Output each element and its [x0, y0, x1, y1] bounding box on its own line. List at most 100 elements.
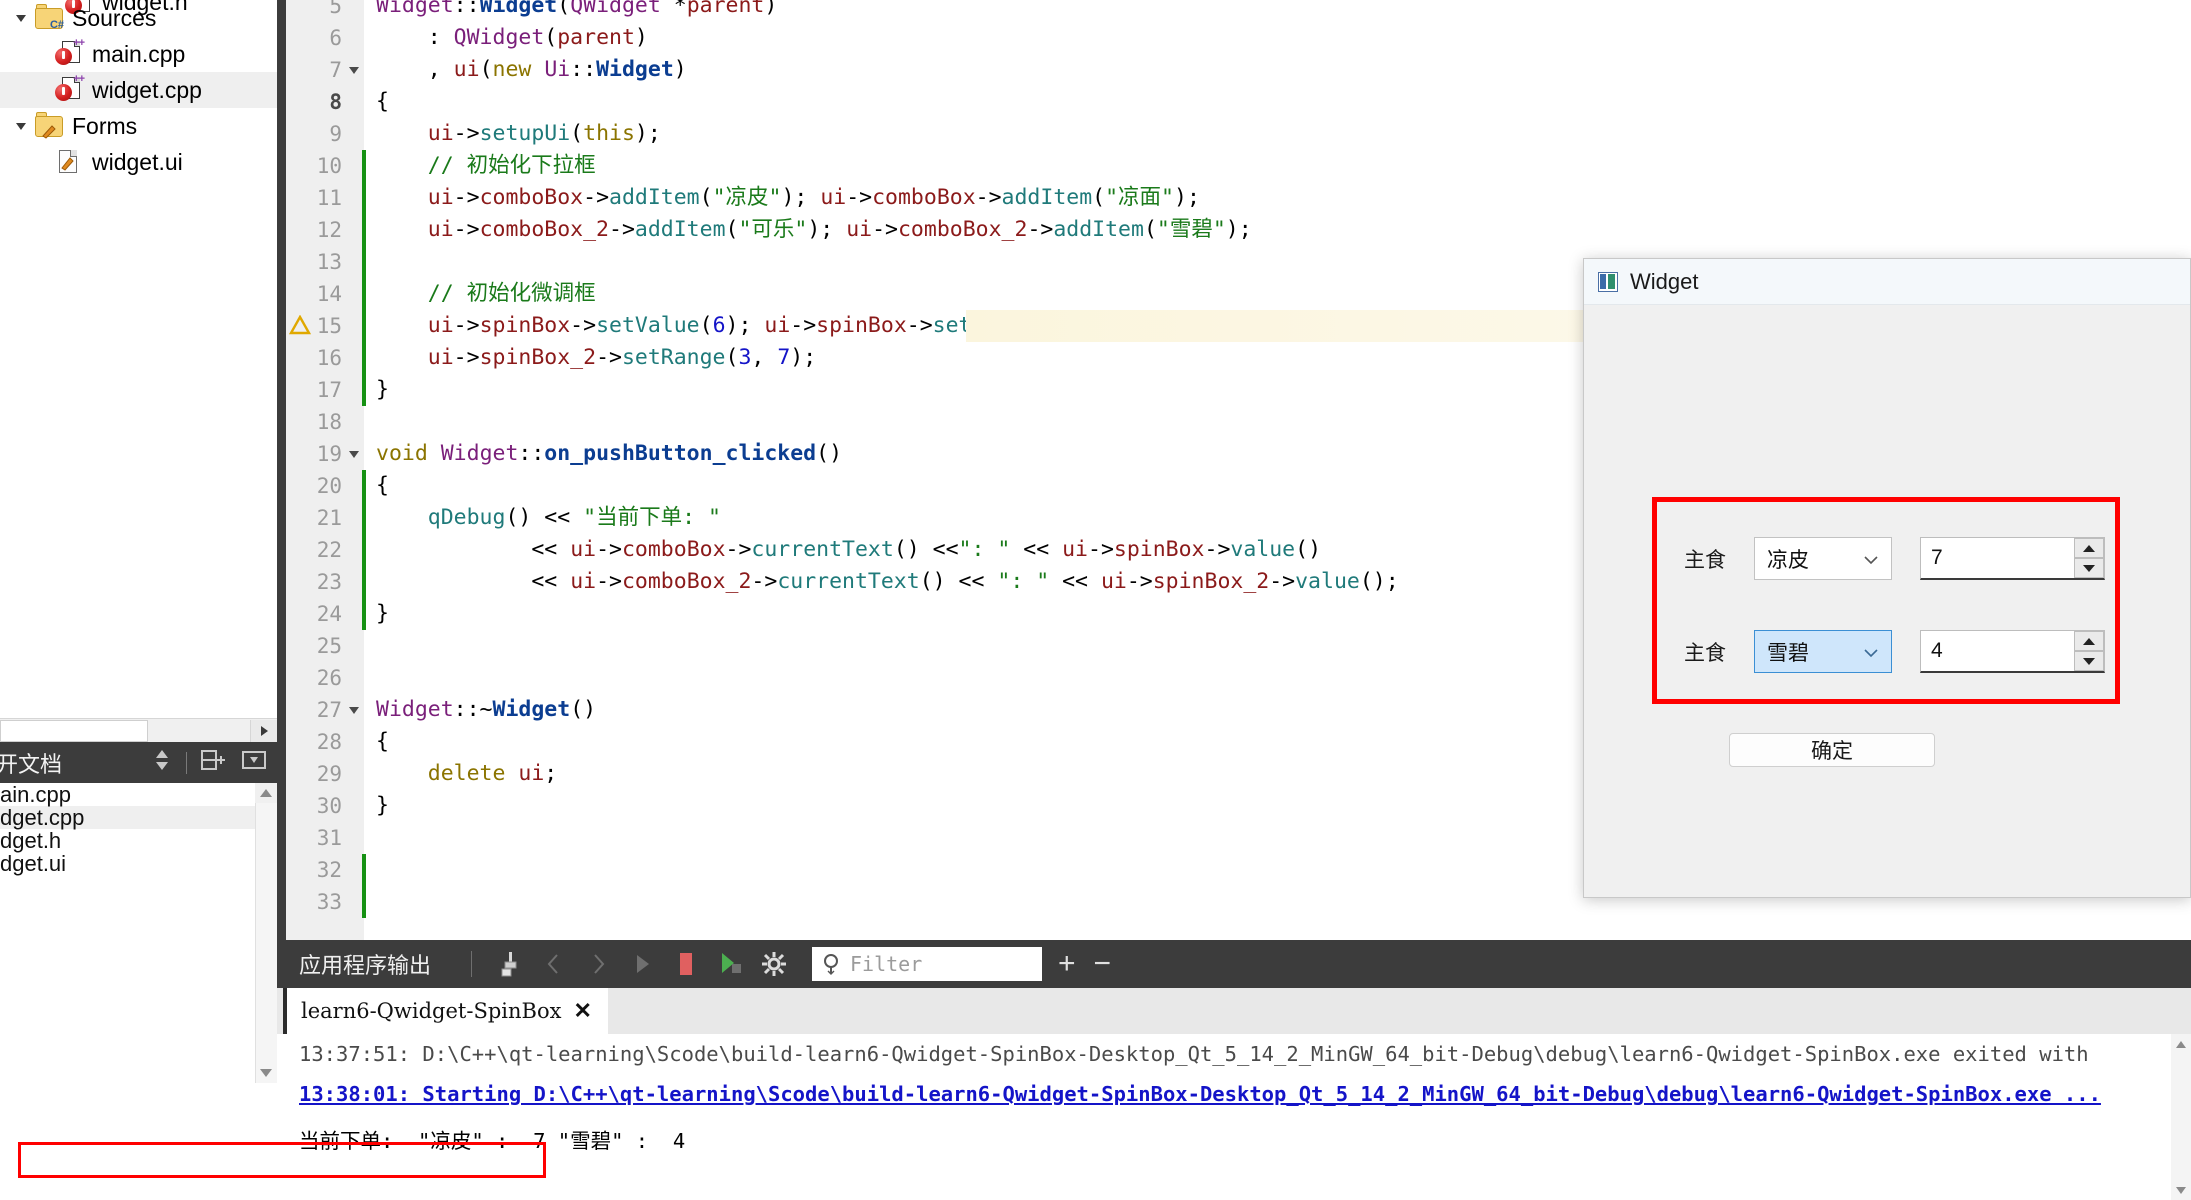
gutter-line[interactable]: 23 — [286, 566, 364, 598]
scroll-down-button[interactable] — [2171, 1180, 2191, 1200]
fold-toggle-icon[interactable] — [344, 438, 364, 470]
code-line[interactable]: << ui->comboBox_2->currentText() << ": "… — [376, 566, 1398, 598]
code-line[interactable]: ui->spinBox_2->setRange(3, 7); — [376, 342, 816, 374]
gutter-line[interactable]: 10 — [286, 150, 364, 182]
gutter-line[interactable]: 17 — [286, 374, 364, 406]
code-line[interactable]: , ui(new Ui::Widget) — [376, 54, 687, 86]
gutter-line[interactable]: 18 — [286, 406, 364, 438]
open-doc-item[interactable]: dget.h — [0, 828, 277, 853]
split-view-icon[interactable] — [201, 748, 227, 777]
code-line[interactable]: } — [376, 790, 389, 822]
gutter-line[interactable]: 19 — [286, 438, 364, 470]
code-line[interactable]: { — [376, 470, 389, 502]
dialog-titlebar[interactable]: Widget — [1584, 259, 2190, 305]
gutter-line[interactable]: 33 — [286, 886, 364, 918]
zoom-in-button[interactable]: + — [1058, 949, 1076, 979]
code-line[interactable]: { — [376, 726, 389, 758]
gutter-line[interactable]: 21 — [286, 502, 364, 534]
spinbox-qty-1[interactable]: 7 — [1920, 537, 2105, 580]
scrollbar-thumb[interactable] — [0, 720, 148, 742]
code-line[interactable]: Widget::~Widget() — [376, 694, 596, 726]
code-line[interactable]: : QWidget(parent) — [376, 22, 648, 54]
chevron-down-icon[interactable] — [10, 109, 32, 143]
code-line[interactable]: Widget::Widget(QWidget *parent) — [376, 0, 777, 22]
spinbox-down-button[interactable] — [2074, 558, 2104, 578]
code-line[interactable]: ui->comboBox_2->addItem("可乐"); ui->combo… — [376, 214, 1252, 246]
gutter-line[interactable]: 8 — [286, 86, 364, 118]
output-tab-learn6[interactable]: learn6-Qwidget-SpinBox ✕ — [283, 988, 608, 1034]
tree-horizontal-scrollbar[interactable] — [0, 718, 277, 743]
code-line[interactable]: qDebug() << "当前下单: " — [376, 502, 721, 534]
code-line[interactable]: delete ui; — [376, 758, 557, 790]
gutter-line[interactable]: 9 — [286, 118, 364, 150]
gutter-line[interactable]: 16 — [286, 342, 364, 374]
gutter-line[interactable]: 32 — [286, 854, 364, 886]
code-line[interactable]: ui->comboBox->addItem("凉皮"); ui->comboBo… — [376, 182, 1200, 214]
editor-gutter[interactable]: 5 6 7 8 9 10 11 12 13 14 15 16 17 18 19 20 21 22 23 24 25 26 2… — [286, 0, 364, 940]
open-documents-scrollbar[interactable] — [255, 783, 278, 1083]
confirm-button[interactable]: 确定 — [1729, 733, 1935, 767]
code-line[interactable]: void Widget::on_pushButton_clicked() — [376, 438, 842, 470]
debug-run-icon[interactable] — [712, 946, 748, 982]
run-icon[interactable] — [624, 946, 660, 982]
open-doc-item[interactable]: dget.ui — [0, 851, 277, 876]
stop-icon[interactable] — [668, 946, 704, 982]
combobox-drink-2[interactable]: 雪碧 — [1754, 630, 1892, 673]
clear-output-icon[interactable] — [492, 946, 528, 982]
open-doc-item[interactable]: ain.cpp — [0, 782, 277, 807]
gutter-line[interactable]: 20 — [286, 470, 364, 502]
warning-triangle-icon[interactable] — [288, 314, 312, 340]
gutter-line[interactable]: 12 — [286, 214, 364, 246]
tree-item-sources[interactable]: C# Sources — [0, 0, 287, 36]
spinbox-qty-2[interactable]: 4 — [1920, 630, 2105, 673]
gutter-line[interactable]: 29 — [286, 758, 364, 790]
gutter-line[interactable]: 28 — [286, 726, 364, 758]
qt-widget-dialog[interactable]: Widget 主食 凉皮 7 主食 雪碧 4 确定 — [1583, 258, 2191, 898]
gutter-line[interactable]: 25 — [286, 630, 364, 662]
gutter-line[interactable]: 27 — [286, 694, 364, 726]
code-line[interactable]: // 初始化微调框 — [376, 278, 596, 310]
dropdown-menu-icon[interactable] — [241, 749, 267, 776]
scroll-down-button[interactable] — [255, 1063, 277, 1083]
gutter-line[interactable]: 5 — [286, 0, 364, 22]
tree-item-forms[interactable]: Forms — [0, 108, 287, 144]
scroll-up-button[interactable] — [2171, 1034, 2191, 1054]
settings-gear-icon[interactable] — [756, 946, 792, 982]
chevron-down-icon[interactable] — [10, 1, 32, 35]
zoom-out-button[interactable]: − — [1094, 949, 1112, 979]
gutter-line[interactable]: 24 — [286, 598, 364, 630]
filter-input[interactable]: Filter — [812, 947, 1043, 981]
scroll-right-button[interactable] — [250, 720, 277, 742]
chevron-down-icon[interactable] — [1863, 640, 1879, 664]
code-line[interactable]: ui->setupUi(this); — [376, 118, 661, 150]
gutter-line[interactable]: 14 — [286, 278, 364, 310]
combobox-food-1[interactable]: 凉皮 — [1754, 537, 1892, 580]
code-line[interactable]: } — [376, 598, 389, 630]
code-line[interactable]: { — [376, 86, 389, 118]
gutter-line[interactable]: 26 — [286, 662, 364, 694]
output-text-body[interactable]: 13:37:51: D:\C++\qt-learning\Scode\build… — [277, 1034, 2191, 1200]
gutter-line[interactable]: 22 — [286, 534, 364, 566]
code-line[interactable]: << ui->comboBox->currentText() <<": " <<… — [376, 534, 1321, 566]
open-doc-item[interactable]: dget.cpp — [0, 805, 277, 830]
gutter-line[interactable]: 6 — [286, 22, 364, 54]
chevron-down-icon[interactable] — [1863, 547, 1879, 571]
gutter-line[interactable]: 7 — [286, 54, 364, 86]
gutter-line[interactable]: 13 — [286, 246, 364, 278]
gutter-line[interactable]: 31 — [286, 822, 364, 854]
prev-item-icon[interactable] — [536, 946, 572, 982]
gutter-line[interactable]: 30 — [286, 790, 364, 822]
code-line[interactable]: // 初始化下拉框 — [376, 150, 596, 182]
gutter-line[interactable]: 15 — [286, 310, 364, 342]
output-scrollbar[interactable] — [2171, 1034, 2191, 1200]
fold-toggle-icon[interactable] — [344, 54, 364, 86]
spinbox-up-button[interactable] — [2074, 631, 2104, 651]
sort-updown-icon[interactable] — [152, 747, 172, 778]
scrollbar-track[interactable] — [255, 803, 278, 1083]
spinbox-down-button[interactable] — [2074, 651, 2104, 671]
fold-toggle-icon[interactable] — [344, 694, 364, 726]
close-x-icon[interactable]: ✕ — [573, 998, 591, 1024]
next-item-icon[interactable] — [580, 946, 616, 982]
scroll-up-button[interactable] — [255, 783, 277, 803]
gutter-line[interactable]: 11 — [286, 182, 364, 214]
